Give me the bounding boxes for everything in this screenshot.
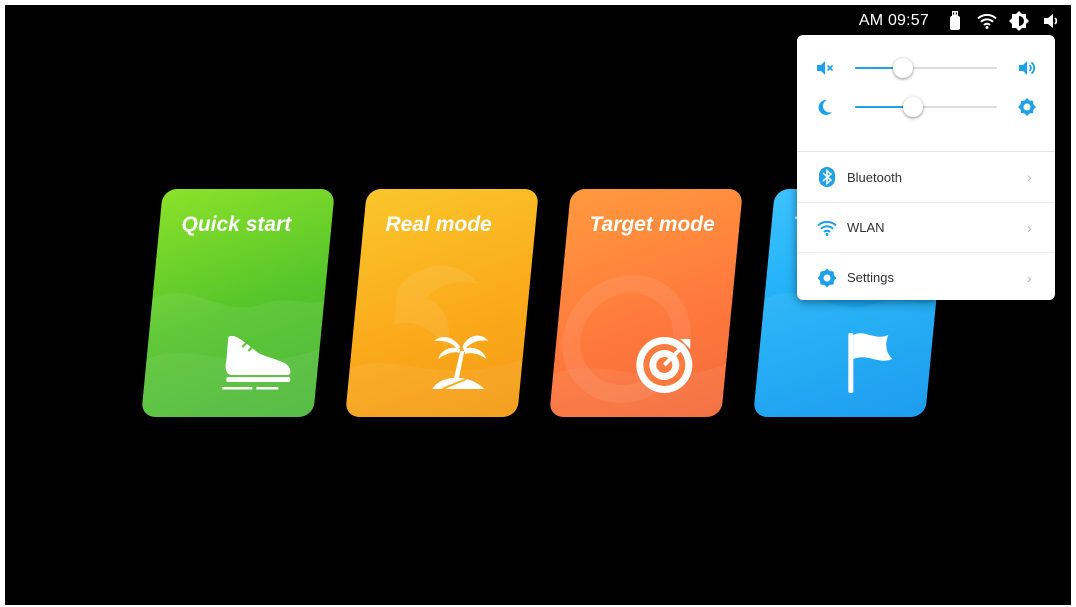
- card-title: Real mode: [385, 213, 492, 236]
- brightness-slider-thumb[interactable]: [903, 97, 924, 117]
- gear-icon: [817, 268, 837, 288]
- status-bar: AM 09:57: [811, 5, 1071, 37]
- bluetooth-label: Bluetooth: [847, 169, 902, 185]
- card-real-mode[interactable]: Real mode: [345, 189, 539, 417]
- clock: AM 09:57: [858, 12, 929, 29]
- chevron-right-icon: ›: [1027, 269, 1032, 286]
- brightness-slider[interactable]: [855, 97, 997, 117]
- brightness-icon[interactable]: [1009, 11, 1029, 31]
- quick-settings-panel: Bluetooth › WLAN › Settings ›: [797, 35, 1055, 300]
- wlan-label: WLAN: [847, 220, 885, 235]
- card-quick-start[interactable]: Quick start: [141, 189, 335, 417]
- settings-item[interactable]: Settings ›: [797, 252, 1055, 300]
- wifi-icon: [817, 218, 837, 238]
- volume-slider[interactable]: [855, 58, 997, 78]
- brightness-slider-row: [797, 95, 1055, 119]
- volume-up-icon: [1017, 58, 1037, 78]
- shoe-icon: [218, 327, 296, 397]
- volume-slider-row: [797, 56, 1055, 80]
- sun-icon: [1017, 97, 1037, 117]
- card-title: Quick start: [181, 213, 292, 236]
- chevron-right-icon: ›: [1027, 219, 1032, 236]
- palm-tree-icon: [422, 327, 500, 397]
- bluetooth-icon: [817, 167, 837, 187]
- flag-icon: [830, 327, 908, 397]
- mute-icon: [815, 58, 835, 78]
- card-title: Target mode: [589, 213, 715, 236]
- volume-slider-thumb[interactable]: [893, 58, 914, 78]
- settings-label: Settings: [847, 270, 894, 285]
- target-icon: [626, 327, 704, 397]
- wifi-icon[interactable]: [977, 11, 997, 31]
- usb-icon: [945, 11, 965, 31]
- screen: AM 09:57 Quick start Real mode Target mo…: [5, 5, 1071, 605]
- wlan-item[interactable]: WLAN ›: [797, 202, 1055, 252]
- bluetooth-item[interactable]: Bluetooth ›: [797, 152, 1055, 202]
- volume-icon[interactable]: [1041, 11, 1061, 31]
- chevron-right-icon: ›: [1027, 169, 1032, 185]
- card-target-mode[interactable]: Target mode: [549, 189, 743, 417]
- moon-icon: [815, 97, 835, 117]
